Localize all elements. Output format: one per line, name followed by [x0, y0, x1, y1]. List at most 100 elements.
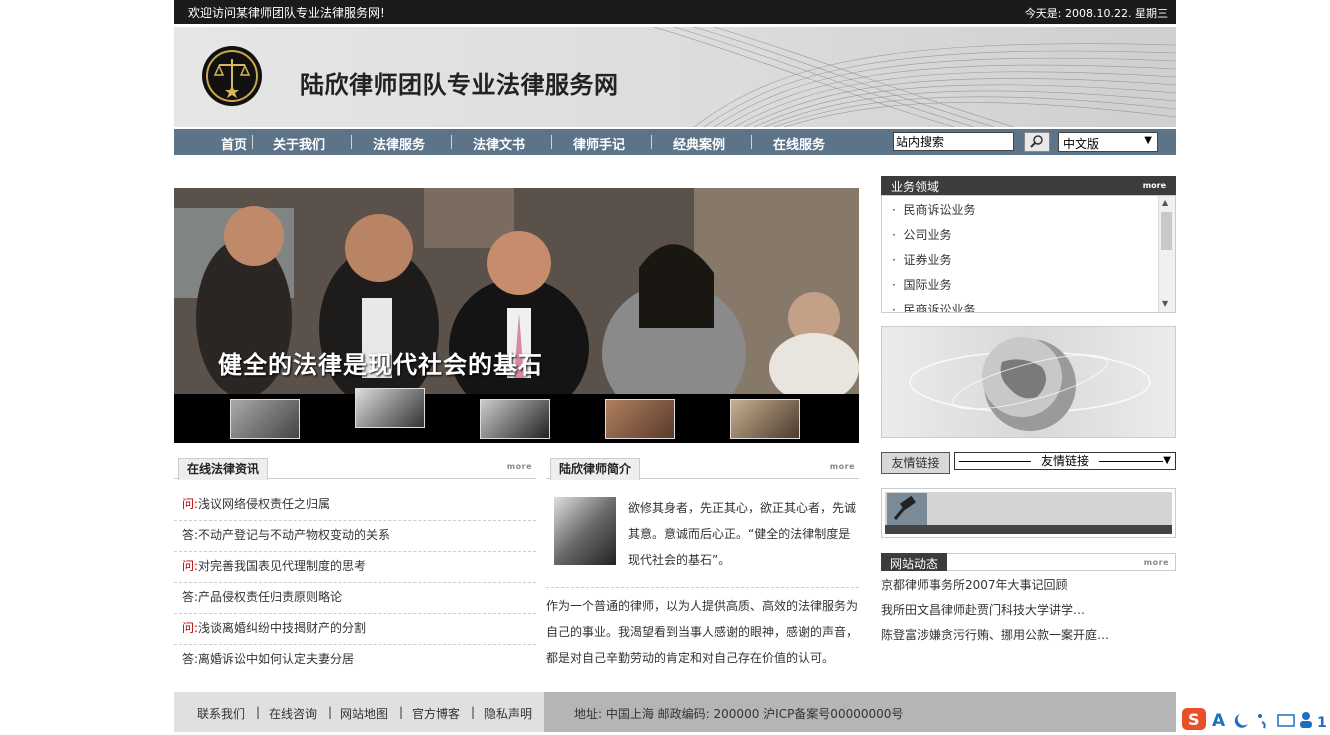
nav-item-about[interactable]: 关于我们: [273, 134, 325, 153]
nav-item-classic-cases[interactable]: 经典案例: [673, 134, 725, 153]
nav-separator: [651, 135, 652, 149]
lawyer-intro-body: 作为一个普通的律师，以为人提供高质、高效的法律服务为自己的事业。我渴望看到当事人…: [546, 599, 859, 665]
nav-separator: [551, 135, 552, 149]
footer-link-consult[interactable]: 在线咨询: [269, 705, 317, 722]
search-button[interactable]: [1024, 132, 1050, 152]
news-item[interactable]: 答:不动产登记与不动产物权变动的关系: [182, 526, 390, 543]
business-areas-list[interactable]: · 民商诉讼业务 · 公司业务 · 证券业务 · 国际业务 · 民商诉讼业务 ▲…: [881, 195, 1176, 313]
news-item[interactable]: 答:产品侵权责任归责原则略论: [182, 588, 342, 605]
news-item[interactable]: 问:浅谈离婚纠纷中技揭财产的分割: [182, 619, 366, 636]
scroll-up-arrow-icon[interactable]: ▲: [1162, 198, 1168, 207]
gavel-banner[interactable]: [881, 488, 1176, 538]
nav-item-online-service[interactable]: 在线服务: [773, 134, 825, 153]
nav-separator: [252, 135, 253, 149]
news-item-text: 对完善我国表见代理制度的思考: [198, 559, 367, 573]
dropdown-arrow-icon: ▼: [1144, 135, 1152, 146]
nav-separator: [451, 135, 452, 149]
list-item[interactable]: · 民商诉讼业务: [892, 201, 975, 218]
news-item-text: 不动产登记与不动产物权变动的关系: [198, 528, 391, 542]
svg-text:S: S: [1188, 710, 1200, 729]
lawyer-intro-header: 陆欣律师简介 more: [546, 457, 859, 480]
site-news-item[interactable]: 京都律师事务所2007年大事记回顾: [881, 576, 1068, 593]
top-bar: 欢迎访问某律师团队专业法律服务网! 今天是: 2008.10.22. 星期三: [174, 0, 1176, 24]
lawyer-intro-section: 陆欣律师简介 more 欲修其身者，先正其心，欲正其心者，先诚其意。意诚而后心正…: [546, 457, 859, 677]
scroll-down-arrow-icon[interactable]: ▼: [1162, 299, 1168, 308]
banner-thumbnail[interactable]: [730, 399, 800, 439]
site-news-more-link[interactable]: more: [1144, 558, 1169, 567]
list-item[interactable]: · 公司业务: [892, 226, 951, 243]
site-news-title: 网站动态: [890, 557, 939, 571]
scroll-thumb[interactable]: [1161, 212, 1172, 250]
nav-item-legal-services[interactable]: 法律服务: [373, 134, 425, 153]
news-item-text: 产品侵权责任归责原则略论: [198, 590, 343, 604]
ime-toolbar-icons: S A 1: [1182, 708, 1327, 731]
answer-prefix: 答:: [182, 528, 199, 542]
search-icon: [1030, 135, 1043, 148]
nav-item-legal-documents[interactable]: 法律文书: [473, 134, 525, 153]
search-input[interactable]: [893, 132, 1014, 151]
header-wave-graphic: [654, 27, 1176, 127]
site-header: 陆欣律师团队专业法律服务网: [174, 27, 1176, 127]
globe-icon: [909, 337, 1151, 431]
legal-news-more-link[interactable]: more: [507, 462, 532, 471]
nav-item-home[interactable]: 首页: [221, 134, 247, 153]
legal-news-section: 在线法律资讯 more 问:浅议网络侵权责任之归属 答:不动产登记与不动产物权变…: [174, 457, 536, 677]
divider: [174, 613, 536, 614]
language-select[interactable]: 中文版 ▼: [1058, 132, 1158, 152]
site-news-item[interactable]: 我所田文昌律师赴贾门科技大学讲学…: [881, 601, 1085, 618]
divider: [174, 644, 536, 645]
legal-news-title: 在线法律资讯: [178, 458, 269, 480]
banner-thumbnail[interactable]: [480, 399, 550, 439]
news-item[interactable]: 问:浅议网络侵权责任之归属: [182, 495, 330, 512]
scrollbar[interactable]: ▲ ▼: [1158, 196, 1175, 312]
main-nav: 首页 关于我们 法律服务 法律文书 律师手记 经典案例 在线服务 中文版 ▼: [174, 129, 1176, 155]
footer-separator: |: [471, 705, 476, 719]
banner-thumbnail[interactable]: [230, 399, 300, 439]
business-areas-more-link[interactable]: more: [1143, 181, 1166, 190]
footer-link-privacy[interactable]: 隐私声明: [484, 705, 532, 722]
news-item-text: 离婚诉讼中如何认定夫妻分居: [198, 652, 355, 666]
footer-link-sitemap[interactable]: 网站地图: [340, 705, 388, 722]
site-title: 陆欣律师团队专业法律服务网: [300, 71, 619, 99]
answer-prefix: 答:: [182, 652, 199, 666]
lawyer-intro-more-link[interactable]: more: [830, 462, 855, 471]
list-item[interactable]: · 证券业务: [892, 251, 951, 268]
lawyer-intro-title: 陆欣律师简介: [550, 458, 641, 480]
site-news-item[interactable]: 陈登富涉嫌贪污行贿、挪用公款一案开庭…: [881, 626, 1109, 643]
select-decoration-line: [1099, 461, 1163, 462]
business-item-label: 民商诉讼业务: [903, 303, 976, 313]
friend-links-select[interactable]: 友情链接 ▼: [954, 452, 1176, 470]
banner: 健全的法律是现代社会的基石: [174, 188, 859, 443]
question-prefix: 问:: [182, 497, 199, 511]
lawyer-intro-photo: [554, 497, 616, 565]
footer-separator: |: [256, 705, 261, 719]
news-item[interactable]: 答:离婚诉讼中如何认定夫妻分居: [182, 650, 354, 667]
business-item-label: 证券业务: [903, 253, 952, 267]
footer-separator: |: [328, 705, 333, 719]
banner-thumbnail[interactable]: [605, 399, 675, 439]
business-areas-header: 业务领域 more: [881, 176, 1176, 195]
scales-of-justice-logo: [202, 46, 262, 106]
news-item[interactable]: 问:对完善我国表见代理制度的思考: [182, 557, 366, 574]
list-item[interactable]: · 国际业务: [892, 276, 951, 293]
divider: [546, 587, 859, 588]
business-areas-title: 业务领域: [891, 180, 940, 194]
svg-text:1: 1: [1317, 715, 1327, 731]
question-prefix: 问:: [182, 559, 199, 573]
ime-toolbar[interactable]: S A 1: [1180, 706, 1330, 732]
site-news-header: 网站动态 more: [881, 553, 1176, 571]
footer-link-contact[interactable]: 联系我们: [197, 705, 245, 722]
gavel-banner-stripe: [885, 525, 1172, 534]
divider: [174, 551, 536, 552]
footer-links-area: 联系我们 | 在线咨询 | 网站地图 | 官方博客 | 隐私声明: [174, 692, 544, 732]
footer-link-blog[interactable]: 官方博客: [412, 705, 460, 722]
gavel-icon-box: [887, 493, 927, 525]
list-item[interactable]: · 民商诉讼业务: [892, 301, 976, 313]
divider: [174, 582, 536, 583]
svg-text:A: A: [1212, 711, 1226, 731]
nav-item-lawyer-notes[interactable]: 律师手记: [573, 134, 625, 153]
friend-links-button[interactable]: 友情链接: [881, 452, 950, 474]
business-item-label: 公司业务: [903, 228, 952, 242]
banner-thumbnail[interactable]: [355, 388, 425, 428]
business-item-label: 国际业务: [903, 278, 952, 292]
